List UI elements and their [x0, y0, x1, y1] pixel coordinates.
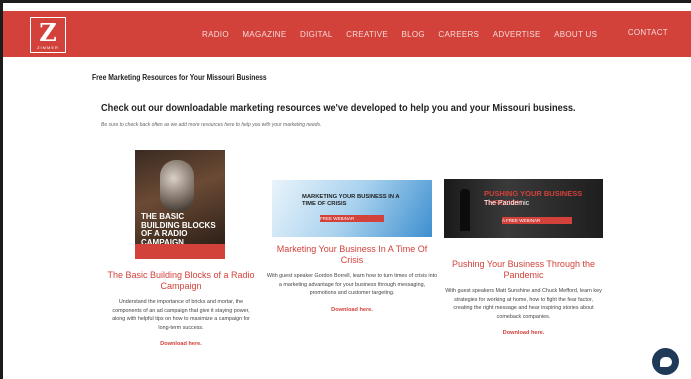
- card-2-image-badge: FREE WEBINAR: [320, 215, 384, 222]
- nav-radio[interactable]: RADIO: [202, 30, 229, 39]
- nav-blog[interactable]: BLOG: [401, 30, 424, 39]
- card-3-description: With guest speakers Matt Sunshine and Ch…: [445, 288, 602, 320]
- card-1-image-bar: [135, 244, 225, 259]
- zimmer-logo[interactable]: Z ZIMMER: [30, 17, 66, 53]
- card-3-download-link[interactable]: Download here.: [444, 330, 603, 336]
- nav-contact[interactable]: CONTACT: [628, 28, 668, 37]
- card-1-description: Understand the importance of bricks and …: [112, 299, 250, 331]
- card-2-description: With guest speaker Gordon Borrell, learn…: [266, 273, 438, 297]
- card-3-title[interactable]: Pushing Your Business Through the Pandem…: [444, 259, 603, 281]
- card-2: Marketing Your Business In A Time Of Cri…: [266, 244, 438, 313]
- card-3-image-subtext: The Pandemic: [484, 200, 530, 207]
- nav-creative[interactable]: CREATIVE: [346, 30, 388, 39]
- nav-menu: RADIO MAGAZINE DIGITAL CREATIVE BLOG CAR…: [202, 11, 611, 57]
- card-3-thumbnail[interactable]: PUSHING YOUR BUSINESS THROUGH The Pandem…: [444, 179, 603, 238]
- nav-careers[interactable]: CAREERS: [438, 30, 479, 39]
- chat-button[interactable]: [652, 348, 679, 375]
- nav-magazine[interactable]: MAGAZINE: [242, 30, 286, 39]
- nav-digital[interactable]: DIGITAL: [300, 30, 333, 39]
- card-1-thumbnail[interactable]: THE BASIC BUILDING BLOCKS OF A RADIO CAM…: [135, 150, 225, 259]
- card-2-download-link[interactable]: Download here.: [266, 307, 438, 313]
- window-top-border: [0, 0, 691, 3]
- intro-title: Check out our downloadable marketing res…: [101, 102, 576, 114]
- navbar: Z ZIMMER RADIO MAGAZINE DIGITAL CREATIVE…: [3, 11, 691, 57]
- card-3-image-badge: A FREE WEBINAR: [502, 217, 572, 224]
- logo-word: ZIMMER: [37, 44, 59, 50]
- card-1-image-text: THE BASIC BUILDING BLOCKS OF A RADIO CAM…: [141, 212, 216, 247]
- card-1-download-link[interactable]: Download here.: [107, 341, 255, 347]
- nav-about-us[interactable]: ABOUT US: [554, 30, 597, 39]
- card-1: The Basic Building Blocks of a Radio Cam…: [107, 270, 255, 347]
- nav-advertise[interactable]: ADVERTISE: [493, 30, 541, 39]
- card-3: Pushing Your Business Through the Pandem…: [444, 259, 603, 336]
- person-silhouette-image: [460, 189, 470, 231]
- card-2-thumbnail[interactable]: MARKETING YOUR BUSINESS IN A TIME OF CRI…: [272, 180, 432, 237]
- page-title: Free Marketing Resources for Your Missou…: [92, 73, 267, 82]
- microphone-image: [160, 160, 194, 212]
- card-2-title[interactable]: Marketing Your Business In A Time Of Cri…: [266, 244, 438, 266]
- chat-bubble-icon: [659, 356, 672, 367]
- card-2-image-text: MARKETING YOUR BUSINESS IN A TIME OF CRI…: [302, 194, 400, 207]
- intro-note: Be sure to check back often as we add mo…: [101, 122, 322, 128]
- logo-letter: Z: [39, 17, 57, 47]
- page: Z ZIMMER RADIO MAGAZINE DIGITAL CREATIVE…: [0, 0, 691, 379]
- card-1-title[interactable]: The Basic Building Blocks of a Radio Cam…: [107, 270, 255, 292]
